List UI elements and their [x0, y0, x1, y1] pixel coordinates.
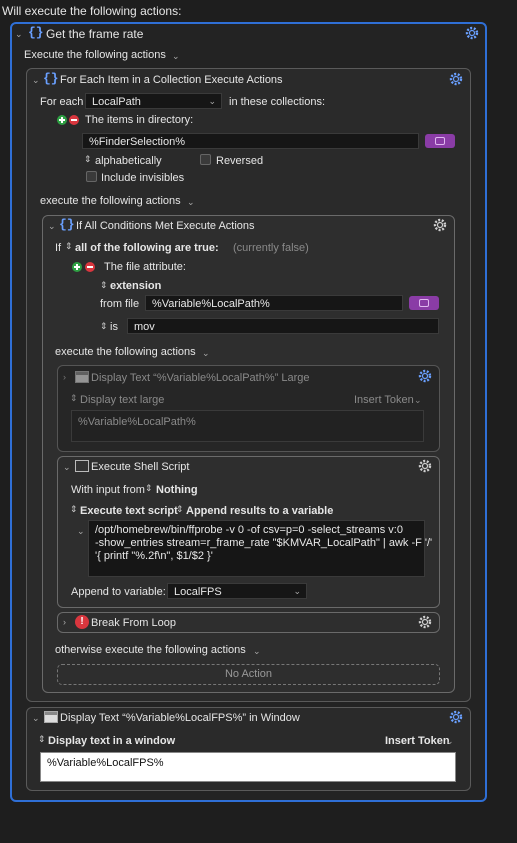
loop-variable-select[interactable]: LocalPath ⌄ — [85, 93, 222, 109]
is-label[interactable]: is — [110, 321, 118, 333]
exec-mode-label[interactable]: Execute text script — [80, 505, 178, 517]
script-chevron-down-icon[interactable]: ⌄ — [77, 526, 85, 537]
insert-token-menu[interactable]: Insert Token — [385, 735, 450, 747]
remove-condition-button[interactable] — [85, 262, 95, 272]
collection-label: The items in directory: — [85, 114, 194, 126]
condition-mode-label[interactable]: all of the following are true: — [75, 242, 219, 254]
collapse-chevron-icon[interactable]: ⌄ — [32, 75, 40, 86]
chevron-down-icon[interactable]: ⌄ — [253, 646, 261, 657]
insert-token-menu[interactable]: Insert Token — [354, 394, 414, 406]
window-icon — [44, 711, 58, 723]
append-variable-label: Append to variable: — [71, 586, 166, 598]
display-window-title[interactable]: Display Text “%Variable%LocalFPS%” in Wi… — [60, 712, 300, 724]
collapse-chevron-icon[interactable]: ⌄ — [63, 462, 71, 473]
gear-icon[interactable] — [432, 217, 448, 233]
sort-stepper-icon[interactable]: ⇕ — [84, 154, 92, 165]
input-from-value[interactable]: Nothing — [156, 484, 198, 496]
loop-variable-value: LocalPath — [92, 96, 141, 108]
append-variable-select[interactable]: LocalFPS ⌄ — [167, 583, 307, 599]
attribute-kind-label[interactable]: extension — [110, 280, 161, 292]
collapse-chevron-icon[interactable]: › — [63, 372, 66, 382]
group-execute-label[interactable]: Execute the following actions — [24, 49, 166, 61]
chevron-down-icon[interactable]: ⌄ — [187, 197, 195, 208]
from-file-label: from file — [100, 298, 140, 310]
collapse-chevron-icon[interactable]: ⌄ — [32, 713, 40, 724]
for-each-label: For each — [40, 96, 84, 108]
gear-icon[interactable] — [417, 368, 433, 384]
display-window-text-field[interactable]: %Variable%LocalFPS% — [40, 752, 456, 782]
if-execute-label[interactable]: execute the following actions — [55, 346, 196, 358]
result-mode-stepper-icon[interactable]: ⇕ — [176, 504, 184, 515]
reversed-label: Reversed — [216, 155, 264, 167]
chevron-down-icon: ⌄ — [446, 736, 454, 746]
condition-status: (currently false) — [233, 242, 309, 254]
gear-icon[interactable] — [464, 25, 480, 41]
append-variable-value: LocalFPS — [174, 586, 222, 598]
gear-icon[interactable] — [448, 71, 464, 87]
insert-token-button[interactable] — [425, 134, 455, 148]
break-loop-title[interactable]: Break From Loop — [91, 617, 176, 629]
comparison-stepper-icon[interactable]: ⇕ — [100, 321, 108, 332]
gear-icon[interactable] — [448, 709, 464, 725]
in-collections-label: in these collections: — [229, 96, 325, 108]
terminal-icon — [75, 460, 89, 472]
chevron-down-icon[interactable]: ⌄ — [202, 348, 210, 359]
expand-chevron-icon[interactable]: › — [63, 617, 66, 627]
foreach-braces-icon: {} — [43, 71, 59, 86]
file-attribute-label: The file attribute: — [104, 261, 186, 273]
display-large-mode[interactable]: Display text large — [80, 394, 164, 406]
no-action-label: No Action — [224, 668, 273, 680]
script-line-1: /opt/homebrew/bin/ffprobe -v 0 -of csv=p… — [95, 524, 403, 536]
include-invisibles-checkbox[interactable] — [86, 171, 97, 182]
attribute-stepper-icon[interactable]: ⇕ — [100, 280, 108, 291]
script-text-area[interactable]: /opt/homebrew/bin/ffprobe -v 0 -of csv=p… — [88, 520, 433, 577]
stop-icon: ! — [75, 615, 89, 629]
header-label: Will execute the following actions: — [2, 4, 182, 18]
reversed-checkbox[interactable] — [200, 154, 211, 165]
no-action-dropzone[interactable]: No Action — [57, 664, 440, 685]
sort-mode-label[interactable]: alphabetically — [95, 155, 162, 167]
condition-stepper-icon[interactable]: ⇕ — [65, 241, 73, 252]
script-line-3: '{ printf "%.2f\n", $1/$2 }' — [95, 550, 213, 562]
from-file-field[interactable]: %Variable%LocalPath% — [145, 295, 403, 311]
window-icon — [75, 371, 89, 383]
chevron-down-icon[interactable]: ⌄ — [172, 51, 180, 62]
display-mode-stepper-icon[interactable]: ⇕ — [38, 734, 46, 745]
group-title[interactable]: Get the frame rate — [46, 27, 143, 41]
gear-icon[interactable] — [417, 458, 433, 474]
if-label: If — [55, 242, 62, 254]
chevron-down-icon: ⌄ — [208, 96, 216, 106]
extension-value-field[interactable]: mov — [127, 318, 439, 334]
insert-token-button[interactable] — [409, 296, 439, 310]
add-condition-button[interactable] — [72, 262, 82, 272]
group-braces-icon: {} — [28, 25, 44, 40]
add-collection-button[interactable] — [57, 115, 67, 125]
foreach-title[interactable]: For Each Item in a Collection Execute Ac… — [60, 74, 283, 86]
display-mode-stepper-icon[interactable]: ⇕ — [70, 393, 78, 404]
display-large-title[interactable]: Display Text “%Variable%LocalPath%” Larg… — [91, 372, 309, 384]
remove-collection-button[interactable] — [69, 115, 79, 125]
collapse-chevron-icon[interactable]: ⌄ — [15, 29, 23, 40]
if-braces-icon: {} — [59, 217, 75, 232]
if-title[interactable]: If All Conditions Met Execute Actions — [76, 220, 255, 232]
include-invisibles-label: Include invisibles — [101, 172, 185, 184]
shell-title[interactable]: Execute Shell Script — [91, 461, 189, 473]
input-stepper-icon[interactable]: ⇕ — [145, 483, 153, 494]
directory-path-field[interactable]: %FinderSelection% — [82, 133, 419, 149]
display-window-mode[interactable]: Display text in a window — [48, 735, 175, 747]
display-large-text-field[interactable]: %Variable%LocalPath% — [71, 410, 424, 442]
chevron-down-icon: ⌄ — [414, 395, 422, 405]
result-mode-label[interactable]: Append results to a variable — [186, 505, 333, 517]
collapse-chevron-icon[interactable]: ⌄ — [48, 221, 56, 232]
script-line-2: -show_entries stream=r_frame_rate "$KMVA… — [95, 537, 433, 549]
chevron-down-icon: ⌄ — [293, 586, 301, 596]
otherwise-label[interactable]: otherwise execute the following actions — [55, 644, 246, 656]
foreach-execute-label[interactable]: execute the following actions — [40, 195, 181, 207]
input-from-label: With input from — [71, 484, 145, 496]
gear-icon[interactable] — [417, 614, 433, 630]
exec-mode-stepper-icon[interactable]: ⇕ — [70, 504, 78, 515]
